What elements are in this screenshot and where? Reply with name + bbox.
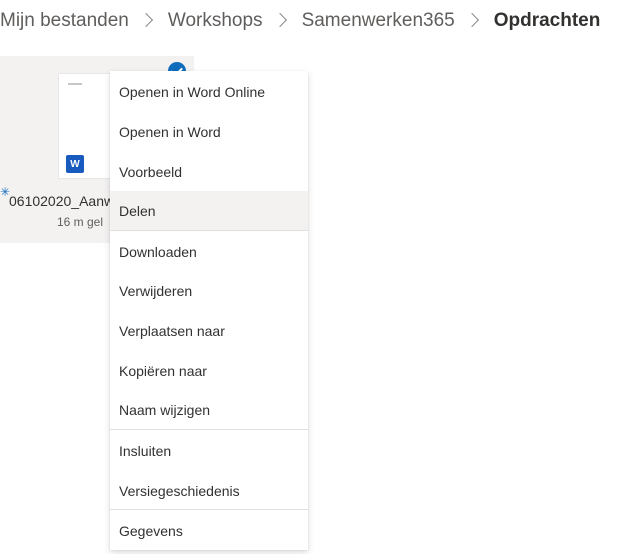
breadcrumb-item-current: Opdrachten: [493, 10, 601, 31]
menu-divider: [110, 429, 308, 430]
menu-item-open-word[interactable]: Openen in Word: [110, 112, 308, 151]
breadcrumb-item-samenwerken365[interactable]: Samenwerken365: [302, 10, 455, 32]
menu-item-download[interactable]: Downloaden: [110, 232, 308, 271]
breadcrumb: Mijn bestanden Workshops Samenwerken365 …: [0, 0, 600, 42]
menu-item-details[interactable]: Gegevens: [110, 511, 308, 550]
chevron-right-icon: [464, 12, 479, 28]
context-menu: Openen in Word Online Openen in Word Voo…: [110, 71, 308, 550]
menu-item-embed[interactable]: Insluiten: [110, 431, 308, 470]
menu-item-share[interactable]: Delen: [110, 191, 308, 230]
menu-item-version-history[interactable]: Versiegeschiedenis: [110, 471, 308, 510]
chevron-right-icon: [272, 12, 287, 28]
breadcrumb-item-mijn-bestanden[interactable]: Mijn bestanden: [0, 10, 129, 32]
breadcrumb-item-workshops[interactable]: Workshops: [168, 10, 263, 32]
menu-divider: [110, 230, 308, 231]
menu-divider: [110, 509, 308, 510]
thumbnail-line: [68, 83, 82, 85]
menu-item-open-word-online[interactable]: Openen in Word Online: [110, 72, 308, 111]
file-modified-time: 16 m gel: [57, 215, 104, 229]
menu-item-rename[interactable]: Naam wijzigen: [110, 390, 308, 429]
menu-item-delete[interactable]: Verwijderen: [110, 271, 308, 310]
menu-item-preview[interactable]: Voorbeeld: [110, 152, 308, 191]
menu-item-copy-to[interactable]: Kopiëren naar: [110, 351, 308, 390]
chevron-right-icon: [138, 12, 153, 28]
file-name[interactable]: 06102020_Aanw: [9, 193, 110, 209]
word-icon: W: [66, 155, 84, 173]
menu-item-move-to[interactable]: Verplaatsen naar: [110, 311, 308, 350]
